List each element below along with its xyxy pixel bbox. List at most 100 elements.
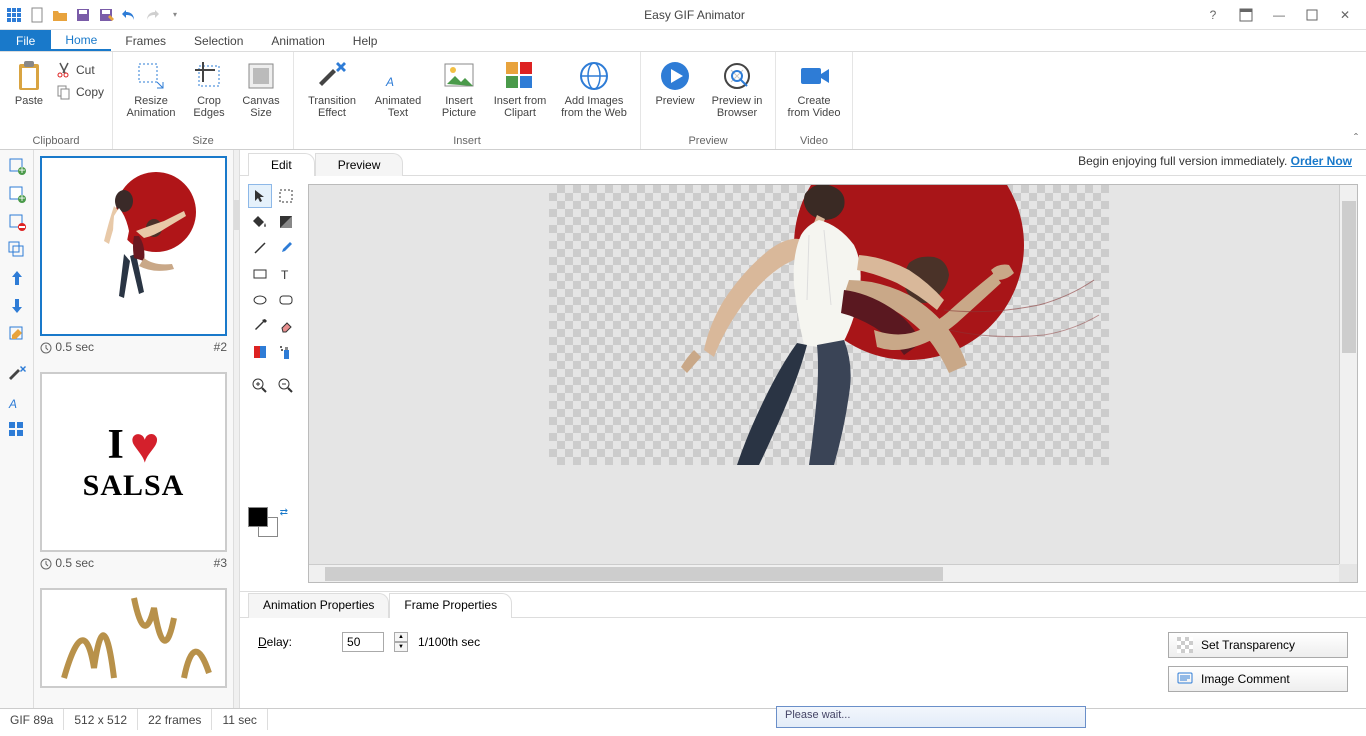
spin-up-icon[interactable]: ▲ — [394, 632, 408, 642]
menu-row: File Home Frames Selection Animation Hel… — [0, 30, 1366, 52]
tab-frame-properties[interactable]: Frame Properties — [389, 593, 512, 618]
maximize-icon[interactable] — [1303, 6, 1321, 24]
resize-animation-button[interactable]: Resize Animation — [121, 56, 181, 119]
window-title: Easy GIF Animator — [185, 8, 1204, 22]
brush-tool[interactable] — [274, 236, 298, 260]
manage-frames-icon[interactable] — [5, 418, 29, 442]
swap-colors-icon[interactable]: ⇄ — [280, 507, 288, 518]
ellipse-tool[interactable] — [248, 288, 272, 312]
right-pane: Edit Preview Begin enjoying full version… — [240, 150, 1366, 708]
minimize-icon[interactable]: — — [1270, 6, 1288, 24]
horizontal-scrollbar[interactable] — [309, 564, 1339, 582]
ribbon-toggle-icon[interactable] — [1237, 6, 1255, 24]
pointer-tool[interactable] — [248, 184, 272, 208]
effects-icon[interactable] — [5, 362, 29, 386]
rectangle-tool[interactable] — [248, 262, 272, 286]
gradient-tool[interactable] — [274, 210, 298, 234]
tab-preview[interactable]: Preview — [315, 153, 404, 176]
frame-thumbnail-4[interactable] — [40, 588, 227, 688]
save-as-icon[interactable] — [96, 5, 116, 25]
spray-tool[interactable] — [274, 340, 298, 364]
status-dimensions: 512 x 512 — [64, 709, 138, 730]
svg-text:A: A — [385, 75, 394, 89]
preview-button[interactable]: Preview — [649, 56, 701, 107]
splitter[interactable] — [234, 150, 240, 708]
move-down-icon[interactable] — [5, 294, 29, 318]
frame-thumbnail-3[interactable]: I ♥ SALSA — [40, 372, 227, 552]
apps-icon[interactable] — [4, 5, 24, 25]
svg-text:+: + — [18, 191, 25, 203]
zoom-out-tool[interactable] — [274, 374, 298, 398]
add-frame-icon[interactable]: + — [5, 154, 29, 178]
animated-text-button[interactable]: AAnimated Text — [368, 56, 428, 119]
comment-icon — [1177, 671, 1193, 687]
foreground-color[interactable] — [248, 507, 268, 527]
tab-animation[interactable]: Animation — [257, 30, 338, 51]
qat-dropdown-icon[interactable]: ▾ — [165, 5, 185, 25]
delete-frame-icon[interactable] — [5, 210, 29, 234]
edit-frame-icon[interactable] — [5, 322, 29, 346]
editor-area: T — [240, 176, 1366, 591]
transparency-icon — [1177, 637, 1193, 653]
delay-input[interactable] — [342, 632, 384, 652]
paste-button[interactable]: Paste — [8, 56, 50, 107]
save-icon[interactable] — [73, 5, 93, 25]
file-menu[interactable]: File — [0, 30, 51, 51]
eyedropper-tool[interactable] — [248, 314, 272, 338]
delay-unit: 1/100th sec — [418, 635, 480, 649]
move-up-icon[interactable] — [5, 266, 29, 290]
create-from-video-button[interactable]: Create from Video — [784, 56, 844, 119]
set-transparency-button[interactable]: Set Transparency — [1168, 632, 1348, 658]
delay-spinner[interactable]: ▲ ▼ — [394, 632, 408, 652]
duplicate-frame-icon[interactable] — [5, 238, 29, 262]
ribbon-group-clipboard: Paste Cut Copy Clipboard — [0, 52, 113, 149]
vertical-scrollbar[interactable] — [1339, 185, 1357, 564]
crop-edges-button[interactable]: Crop Edges — [187, 56, 231, 119]
add-blank-frame-icon[interactable]: + — [5, 182, 29, 206]
insert-picture-button[interactable]: Insert Picture — [434, 56, 484, 119]
ribbon-collapse-icon[interactable]: ˆ — [1354, 131, 1358, 145]
add-images-web-button[interactable]: Add Images from the Web — [556, 56, 632, 119]
spin-down-icon[interactable]: ▼ — [394, 642, 408, 652]
preview-browser-button[interactable]: Preview in Browser — [707, 56, 767, 119]
tab-edit[interactable]: Edit — [248, 153, 315, 176]
image-comment-button[interactable]: Image Comment — [1168, 666, 1348, 692]
please-wait-popup: Please wait... — [776, 706, 1086, 728]
color-swatch[interactable]: ⇄ — [248, 507, 288, 543]
frame-meta-2: 0.5 sec #2 — [40, 340, 227, 354]
rounded-rect-tool[interactable] — [274, 288, 298, 312]
replace-color-tool[interactable] — [248, 340, 272, 364]
fill-tool[interactable] — [248, 210, 272, 234]
tab-frames[interactable]: Frames — [111, 30, 180, 51]
undo-icon[interactable] — [119, 5, 139, 25]
new-icon[interactable] — [27, 5, 47, 25]
promo-text: Begin enjoying full version immediately.… — [1078, 154, 1352, 168]
statusbar: GIF 89a 512 x 512 22 frames 11 sec — [0, 708, 1366, 730]
tab-help[interactable]: Help — [339, 30, 392, 51]
frame-thumbnail-2[interactable] — [40, 156, 227, 336]
help-icon[interactable]: ? — [1204, 6, 1222, 24]
tab-home[interactable]: Home — [51, 30, 111, 51]
copy-button[interactable]: Copy — [56, 82, 104, 102]
text-icon[interactable]: A — [5, 390, 29, 414]
heart-icon: ♥ — [130, 425, 160, 465]
canvas[interactable] — [308, 184, 1358, 583]
insert-clipart-button[interactable]: Insert from Clipart — [490, 56, 550, 119]
frame-meta-3: 0.5 sec #3 — [40, 556, 227, 570]
quick-access-toolbar: ▾ — [0, 5, 185, 25]
tab-selection[interactable]: Selection — [180, 30, 257, 51]
cut-button[interactable]: Cut — [56, 60, 104, 80]
close-icon[interactable]: ✕ — [1336, 6, 1354, 24]
order-now-link[interactable]: Order Now — [1291, 154, 1352, 168]
canvas-size-button[interactable]: Canvas Size — [237, 56, 285, 119]
ribbon-group-insert: Transition Effect AAnimated Text Insert … — [294, 52, 641, 149]
zoom-in-tool[interactable] — [248, 374, 272, 398]
text-tool[interactable]: T — [274, 262, 298, 286]
redo-icon[interactable] — [142, 5, 162, 25]
selection-tool[interactable] — [274, 184, 298, 208]
open-icon[interactable] — [50, 5, 70, 25]
eraser-tool[interactable] — [274, 314, 298, 338]
line-tool[interactable] — [248, 236, 272, 260]
transition-effect-button[interactable]: Transition Effect — [302, 56, 362, 119]
tab-animation-properties[interactable]: Animation Properties — [248, 593, 389, 618]
